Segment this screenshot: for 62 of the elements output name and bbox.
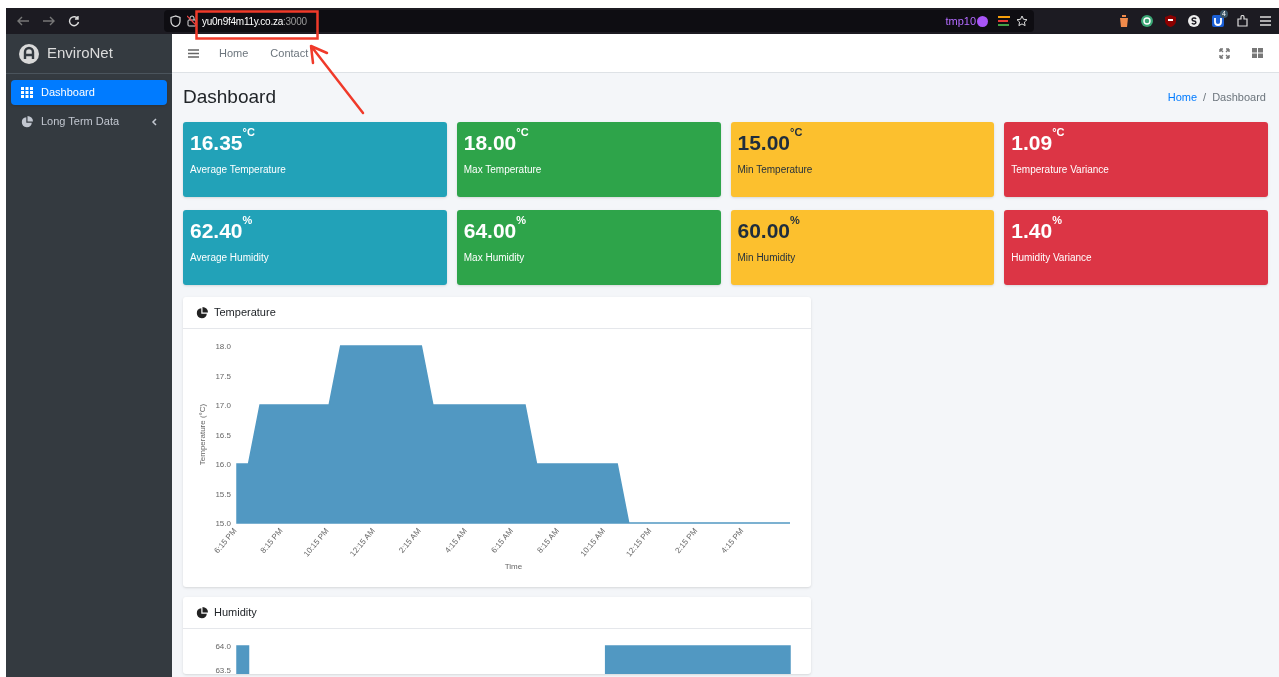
puzzle-icon[interactable] <box>1236 15 1248 27</box>
grid-icon[interactable] <box>1252 48 1263 58</box>
stat-value: 60.00$^{%}$ <box>737 218 801 244</box>
stat-value: 64.00$^{%}$ <box>463 218 528 244</box>
reader-lines-icon[interactable] <box>998 16 1010 26</box>
star-icon[interactable] <box>1016 15 1028 27</box>
chart-title: Humidity <box>214 605 257 621</box>
pie-chart-icon <box>21 115 33 128</box>
stat-value: 18.00$^{°C}$ <box>463 130 530 156</box>
back-icon[interactable] <box>16 15 30 27</box>
stat-label: Temperature Variance <box>1011 163 1110 177</box>
reload-icon[interactable] <box>68 15 80 27</box>
shield-badge-icon[interactable] <box>1165 15 1176 27</box>
shield-icon[interactable] <box>170 15 181 27</box>
breadcrumb-separator: / <box>1203 89 1207 105</box>
y-tick-label: 18.0 <box>215 342 231 351</box>
y-tick-label: 17.0 <box>215 401 231 410</box>
stat-value: 1.40$^{%}$ <box>1011 218 1063 244</box>
stat-label: Max Humidity <box>463 251 526 265</box>
pie-chart-icon <box>196 306 208 319</box>
sidebar-item[interactable]: Dashboard <box>11 80 167 105</box>
nav-link[interactable]: Home <box>219 44 249 62</box>
url-port-text[interactable]: :3000 <box>283 13 307 29</box>
page-title: Dashboard <box>183 84 276 109</box>
y-tick-label: 16.0 <box>215 460 231 469</box>
stat-value: 15.00$^{°C}$ <box>737 130 804 156</box>
menu-icon[interactable] <box>188 48 199 58</box>
url-text[interactable]: yu0n9f4m11y.co.za <box>202 13 283 29</box>
lock-icon[interactable] <box>187 15 197 27</box>
stat-label: Average Humidity <box>190 251 270 265</box>
stat-label: Min Humidity <box>737 251 797 265</box>
bucket-icon[interactable] <box>1119 15 1129 27</box>
y-tick-label: 17.5 <box>215 371 231 381</box>
s-circle-icon[interactable] <box>1188 15 1200 27</box>
stat-label: Min Temperature <box>737 163 814 177</box>
forward-icon[interactable] <box>42 15 56 27</box>
chart-title: Temperature <box>214 305 276 321</box>
x-axis-label: Time <box>504 562 523 571</box>
stat-value: 62.40$^{%}$ <box>190 218 254 244</box>
container-label[interactable]: tmp10 <box>945 12 976 30</box>
breadcrumb-link[interactable]: Home <box>1167 88 1198 106</box>
logo-icon <box>19 43 39 64</box>
y-tick-label: 64.0 <box>215 642 231 651</box>
fullscreen-icon[interactable] <box>1219 47 1230 59</box>
y-tick-label: 63.5 <box>215 666 231 674</box>
magnet-icon[interactable] <box>1212 15 1224 27</box>
stat-label: Average Temperature <box>190 163 287 177</box>
pie-chart-icon <box>196 606 208 619</box>
y-tick-label: 16.5 <box>215 430 231 440</box>
grid-icon <box>21 87 33 98</box>
y-axis-label: Temperature (°C) <box>198 403 207 466</box>
sidebar-item[interactable]: Long Term Data <box>11 109 167 134</box>
address-bar[interactable]: yu0n9f4m11y.co.za:3000 tmp10 <box>164 10 1034 32</box>
y-tick-label: 15.0 <box>215 519 231 528</box>
stat-value: 1.09$^{°C}$ <box>1011 130 1066 156</box>
breadcrumb-current: Dashboard <box>1212 89 1266 105</box>
stat-label: Humidity Variance <box>1011 251 1093 265</box>
stat-label: Max Temperature <box>463 163 543 177</box>
nav-link[interactable]: Contact <box>270 44 309 62</box>
brand-name[interactable]: EnviroNet <box>47 42 113 65</box>
y-tick-label: 15.5 <box>215 489 231 499</box>
stat-value: 16.35$^{°C}$ <box>190 130 256 156</box>
